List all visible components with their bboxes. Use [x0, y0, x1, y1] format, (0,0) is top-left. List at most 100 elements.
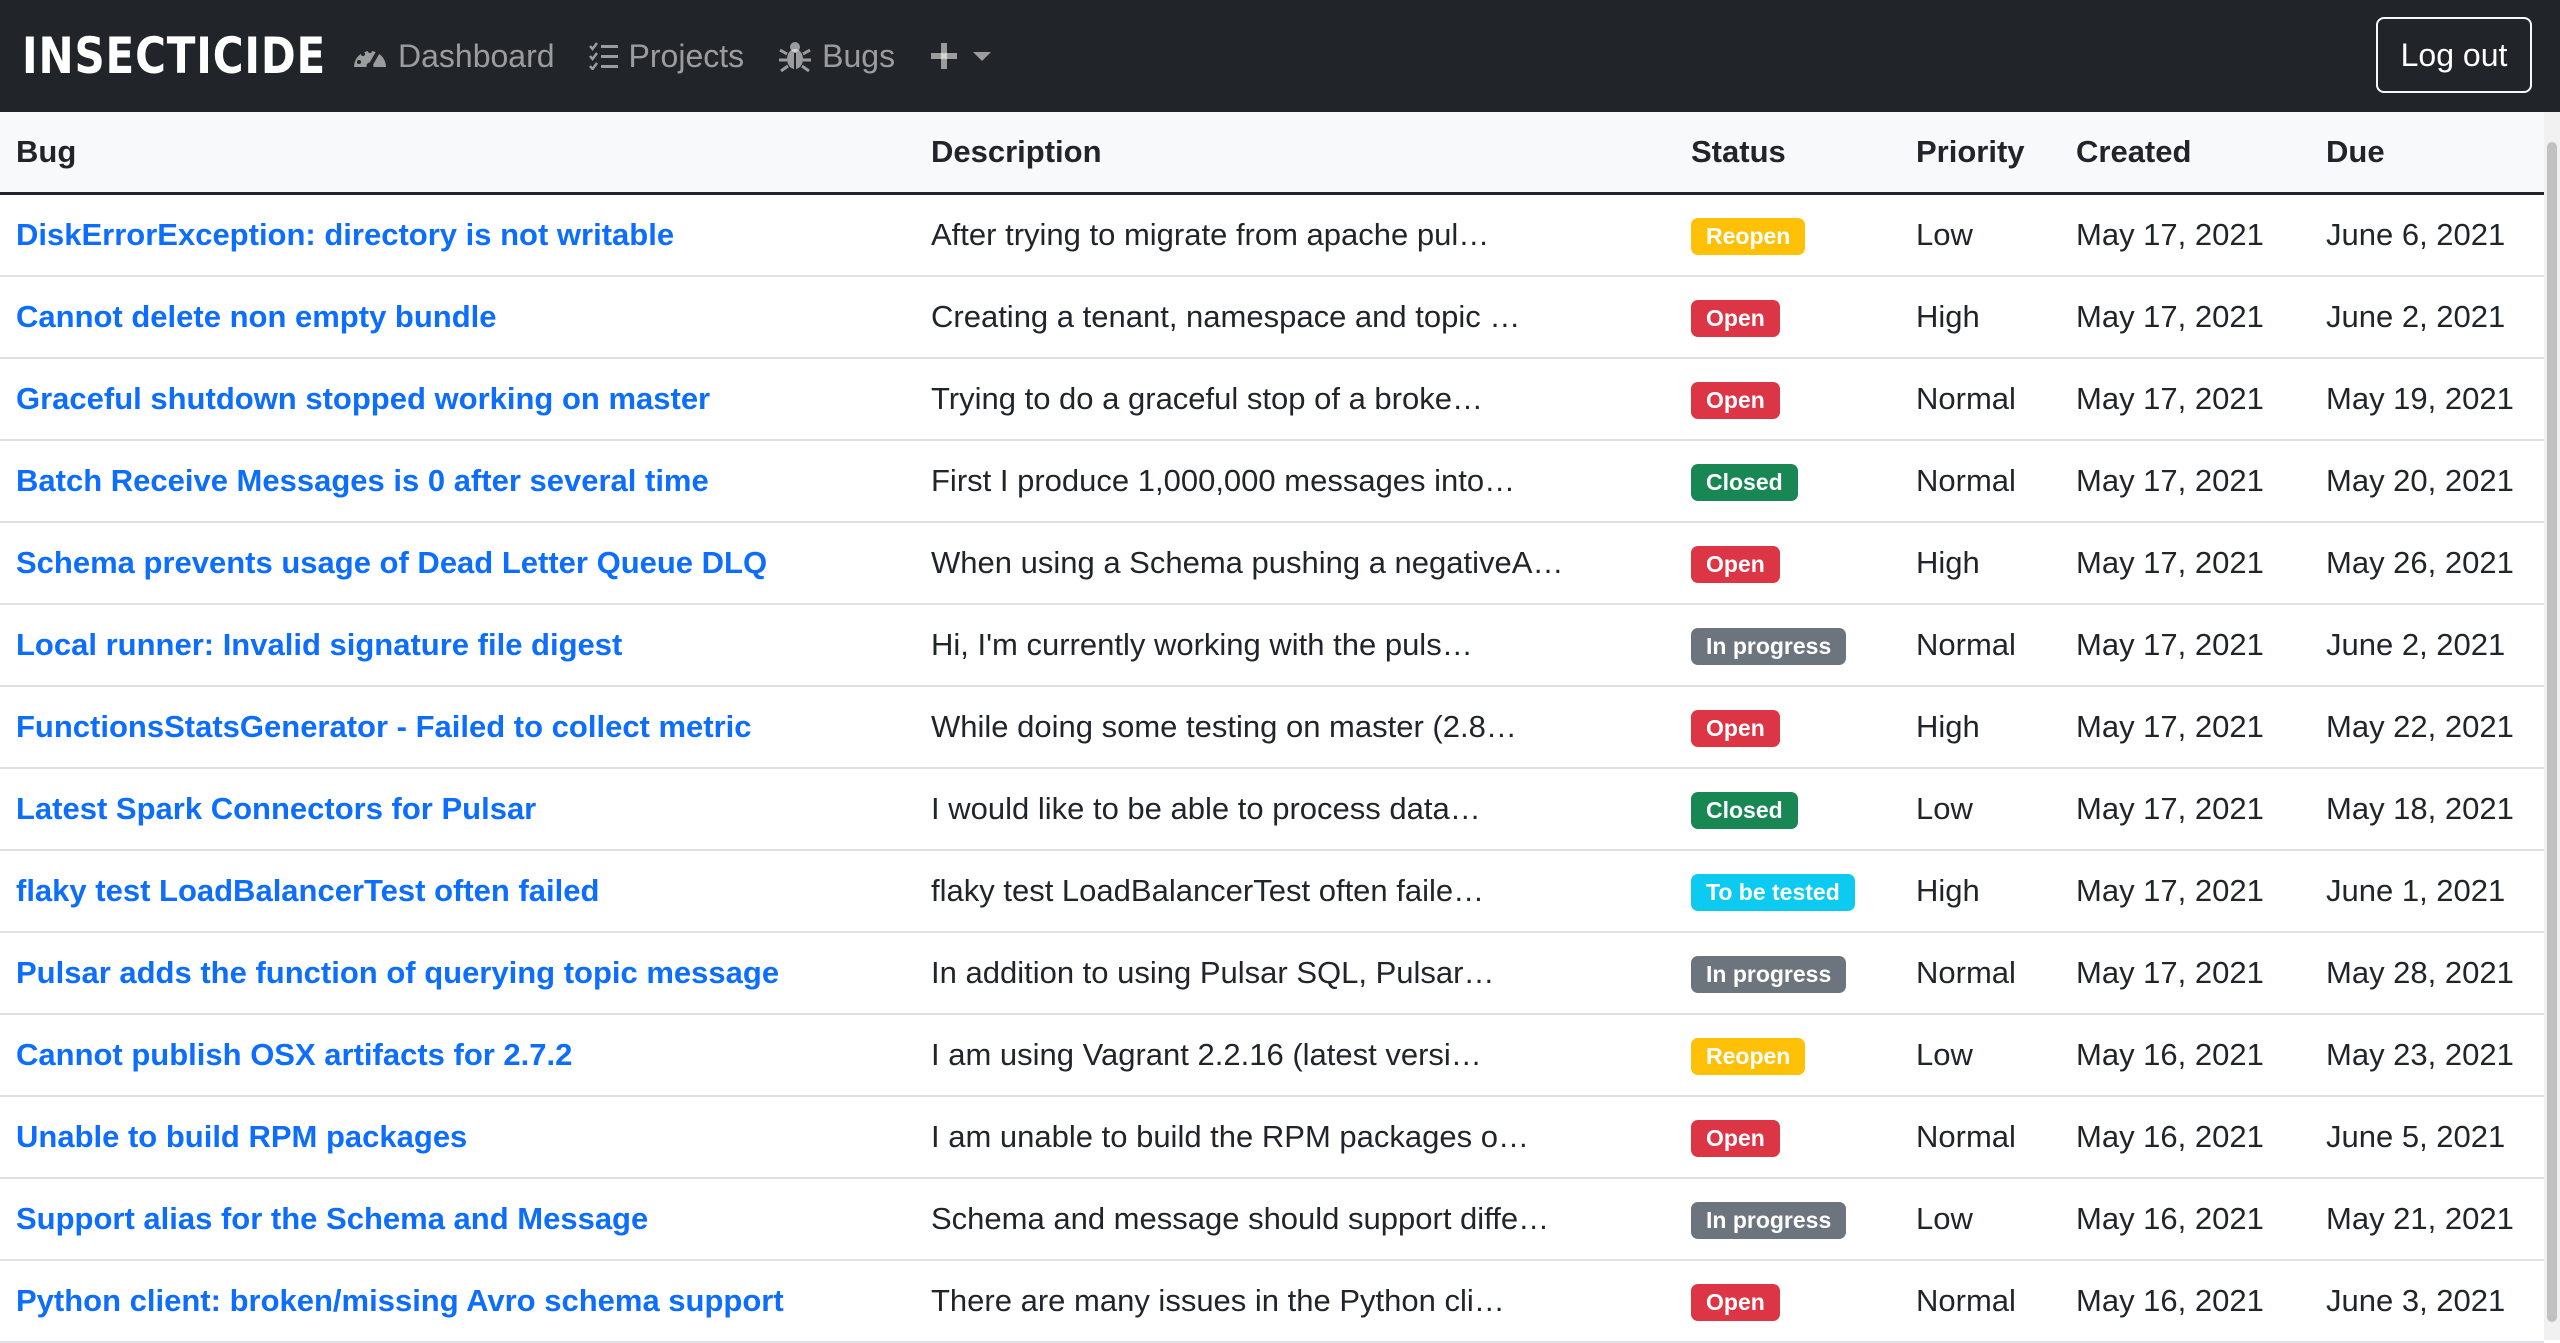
due-cell: June 1, 2021	[2310, 850, 2544, 933]
created-cell: May 17, 2021	[2060, 276, 2310, 359]
bug-cell: Pulsar adds the function of querying top…	[0, 932, 915, 1015]
table-row: Batch Receive Messages is 0 after severa…	[0, 440, 2544, 523]
bug-cell: Graceful shutdown stopped working on mas…	[0, 358, 915, 441]
description-cell: Creating a tenant, namespace and topic …	[915, 276, 1675, 359]
bug-cell: Cannot publish OSX artifacts for 2.7.2	[0, 1014, 915, 1097]
dashboard-icon	[354, 49, 386, 70]
bug-title-link[interactable]: Unable to build RPM packages	[16, 1119, 467, 1154]
due-cell: June 2, 2021	[2310, 276, 2544, 359]
header-due[interactable]: Due	[2310, 112, 2544, 195]
status-cell: Reopen	[1675, 1014, 1900, 1097]
status-badge: Closed	[1691, 463, 1798, 501]
due-cell: May 28, 2021	[2310, 932, 2544, 1015]
nav-bugs[interactable]: Bugs	[778, 38, 895, 75]
header-created[interactable]: Created	[2060, 112, 2310, 195]
add-dropdown-toggle[interactable]	[929, 41, 992, 71]
status-cell: In progress	[1675, 604, 1900, 687]
scrollbar-thumb[interactable]	[2547, 142, 2557, 1322]
bug-cell: Cannot delete non empty bundle	[0, 276, 915, 359]
bug-title-link[interactable]: flaky test LoadBalancerTest often failed	[16, 873, 599, 908]
status-cell: Closed	[1675, 440, 1900, 523]
created-cell: May 17, 2021	[2060, 850, 2310, 933]
due-cell: May 18, 2021	[2310, 768, 2544, 851]
priority-cell: Normal	[1900, 932, 2060, 1015]
status-cell: In progress	[1675, 1178, 1900, 1261]
status-badge: In progress	[1691, 627, 1847, 665]
nav-projects[interactable]: Projects	[588, 38, 744, 75]
priority-cell: High	[1900, 276, 2060, 359]
status-badge: Open	[1691, 381, 1780, 419]
description-cell: First I produce 1,000,000 messages into…	[915, 440, 1675, 523]
description-cell: I am using Vagrant 2.2.16 (latest versi…	[915, 1014, 1675, 1097]
bug-cell: Schema prevents usage of Dead Letter Que…	[0, 522, 915, 605]
due-cell: May 19, 2021	[2310, 358, 2544, 441]
description-cell: While doing some testing on master (2.8…	[915, 686, 1675, 769]
table-row: Cannot publish OSX artifacts for 2.7.2 I …	[0, 1014, 2544, 1097]
bug-cell: Latest Spark Connectors for Pulsar	[0, 768, 915, 851]
bug-title-link[interactable]: Batch Receive Messages is 0 after severa…	[16, 463, 709, 498]
header-priority[interactable]: Priority	[1900, 112, 2060, 195]
due-cell: May 26, 2021	[2310, 522, 2544, 605]
bug-cell: Batch Receive Messages is 0 after severa…	[0, 440, 915, 523]
table-row: Graceful shutdown stopped working on mas…	[0, 358, 2544, 441]
plus-icon	[931, 43, 958, 69]
bug-title-link[interactable]: DiskErrorException: directory is not wri…	[16, 217, 674, 252]
status-cell: Open	[1675, 358, 1900, 441]
priority-cell: Normal	[1900, 358, 2060, 441]
status-badge: Open	[1691, 299, 1780, 337]
table-row: Cannot delete non empty bundle Creating a…	[0, 276, 2544, 359]
bug-title-link[interactable]: Graceful shutdown stopped working on mas…	[16, 381, 710, 416]
due-cell: June 2, 2021	[2310, 604, 2544, 687]
priority-cell: High	[1900, 850, 2060, 933]
bug-title-link[interactable]: Schema prevents usage of Dead Letter Que…	[16, 545, 767, 580]
header-status[interactable]: Status	[1675, 112, 1900, 195]
header-description[interactable]: Description	[915, 112, 1675, 195]
bug-cell: Unable to build RPM packages	[0, 1096, 915, 1179]
bug-title-link[interactable]: Support alias for the Schema and Message	[16, 1201, 648, 1236]
description-cell: I would like to be able to process data…	[915, 768, 1675, 851]
bug-cell: FunctionsStatsGenerator - Failed to coll…	[0, 686, 915, 769]
table-row: DiskErrorException: directory is not wri…	[0, 193, 2544, 277]
bug-title-link[interactable]: Local runner: Invalid signature file dig…	[16, 627, 622, 662]
bug-title-link[interactable]: Pulsar adds the function of querying top…	[16, 955, 779, 990]
bug-title-link[interactable]: Cannot delete non empty bundle	[16, 299, 497, 334]
table-row: flaky test LoadBalancerTest often failed…	[0, 850, 2544, 933]
header-bug[interactable]: Bug	[0, 112, 915, 195]
vertical-scrollbar[interactable]	[2544, 112, 2560, 1340]
table-row: Unable to build RPM packages I am unable …	[0, 1096, 2544, 1179]
status-cell: Open	[1675, 276, 1900, 359]
description-cell: I am unable to build the RPM packages o…	[915, 1096, 1675, 1179]
status-badge: Open	[1691, 1283, 1780, 1321]
priority-cell: Normal	[1900, 1260, 2060, 1343]
table-row: Support alias for the Schema and Message…	[0, 1178, 2544, 1261]
bug-cell: Support alias for the Schema and Message	[0, 1178, 915, 1261]
logout-button[interactable]: Log out	[2376, 17, 2532, 93]
description-cell: Hi, I'm currently working with the puls…	[915, 604, 1675, 687]
bug-title-link[interactable]: Latest Spark Connectors for Pulsar	[16, 791, 536, 826]
status-cell: In progress	[1675, 932, 1900, 1015]
description-cell: flaky test LoadBalancerTest often faile…	[915, 850, 1675, 933]
description-cell: Trying to do a graceful stop of a broke…	[915, 358, 1675, 441]
created-cell: May 17, 2021	[2060, 604, 2310, 687]
description-cell: Schema and message should support diffe…	[915, 1178, 1675, 1261]
bug-title-link[interactable]: FunctionsStatsGenerator - Failed to coll…	[16, 709, 752, 744]
priority-cell: Low	[1900, 1178, 2060, 1261]
caret-down-icon	[973, 51, 992, 61]
created-cell: May 17, 2021	[2060, 440, 2310, 523]
status-badge: Closed	[1691, 791, 1798, 829]
created-cell: May 16, 2021	[2060, 1178, 2310, 1261]
created-cell: May 17, 2021	[2060, 358, 2310, 441]
bug-title-link[interactable]: Python client: broken/missing Avro schem…	[16, 1283, 784, 1318]
nav-dashboard[interactable]: Dashboard	[352, 38, 555, 75]
table-row: FunctionsStatsGenerator - Failed to coll…	[0, 686, 2544, 769]
status-badge: In progress	[1691, 955, 1847, 993]
table-row: Latest Spark Connectors for Pulsar I woul…	[0, 768, 2544, 851]
priority-cell: Normal	[1900, 604, 2060, 687]
created-cell: May 16, 2021	[2060, 1260, 2310, 1343]
bug-cell: Local runner: Invalid signature file dig…	[0, 604, 915, 687]
created-cell: May 17, 2021	[2060, 768, 2310, 851]
bug-title-link[interactable]: Cannot publish OSX artifacts for 2.7.2	[16, 1037, 572, 1072]
brand-logo[interactable]: INSECTICIDE	[22, 27, 325, 85]
status-badge: To be tested	[1691, 873, 1855, 911]
due-cell: May 20, 2021	[2310, 440, 2544, 523]
